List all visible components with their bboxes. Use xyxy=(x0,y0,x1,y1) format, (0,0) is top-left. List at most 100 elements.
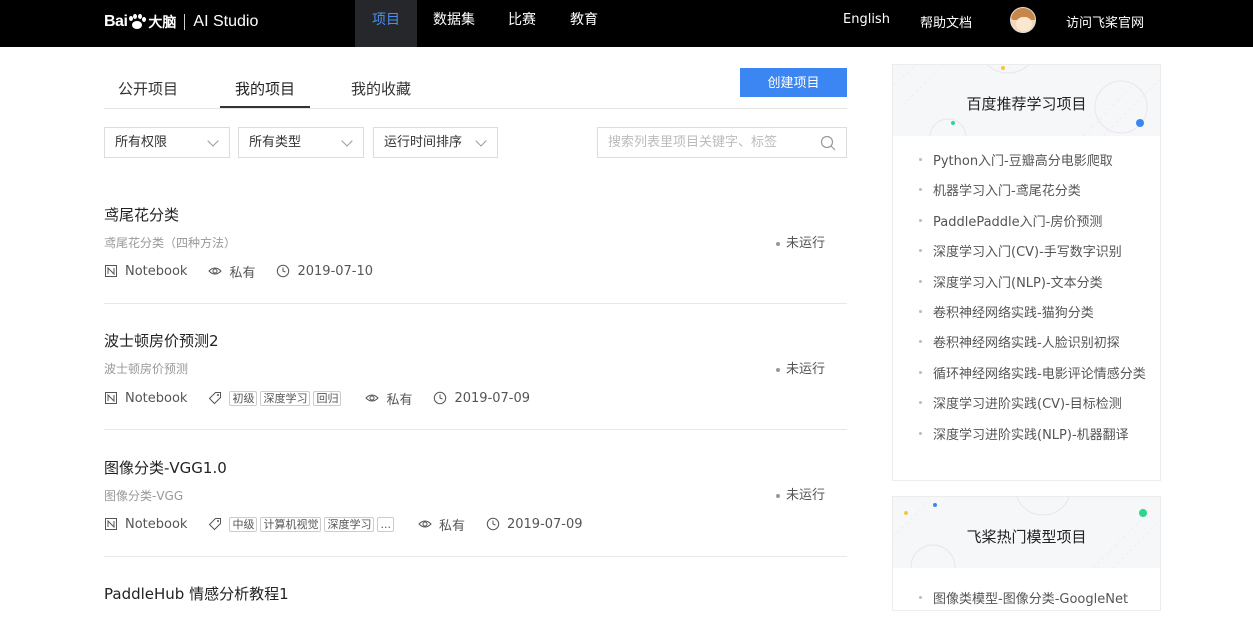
visit-paddle-link[interactable]: 访问飞桨官网 xyxy=(1066,12,1144,31)
project-visibility: 私有 xyxy=(208,262,255,281)
visibility-label: 私有 xyxy=(386,392,413,408)
project-meta: Notebook 中级 计算机视觉 深度学习 ... 私有 2019-07-09 xyxy=(104,515,583,534)
nav-tab-datasets[interactable]: 数据集 xyxy=(417,0,491,47)
card-header: 百度推荐学习项目 xyxy=(893,65,1160,136)
project-date: 2019-07-10 xyxy=(276,264,373,279)
sort-filter-value: 运行时间排序 xyxy=(384,135,463,150)
project-date: 2019-07-09 xyxy=(433,391,530,406)
project-type: Notebook xyxy=(104,517,187,532)
list-item[interactable]: 机器学习入门-鸢尾花分类 xyxy=(919,180,1160,210)
card-header: 飞桨热门模型项目 xyxy=(893,497,1160,568)
status-text: 未运行 xyxy=(786,488,826,503)
project-tabs: 公开项目 我的项目 我的收藏 xyxy=(104,68,847,109)
project-item[interactable]: 鸢尾花分类 鸢尾花分类（四种方法） 未运行 Notebook 私有 2019-0… xyxy=(104,180,847,304)
more-tags-badge[interactable]: ... xyxy=(377,516,394,532)
status-dot xyxy=(776,493,780,498)
list-item[interactable]: 卷积神经网络实践-猫狗分类 xyxy=(919,302,1160,332)
status-dot xyxy=(776,241,780,246)
tag-icon xyxy=(209,392,222,405)
list-item[interactable]: 卷积神经网络实践-人脸识别初探 xyxy=(919,332,1160,362)
notebook-icon xyxy=(105,265,117,277)
list-item[interactable]: 深度学习入门(CV)-手写数字识别 xyxy=(919,241,1160,271)
list-item[interactable]: 深度学习入门(NLP)-文本分类 xyxy=(919,272,1160,302)
project-visibility: 私有 xyxy=(365,389,412,408)
project-meta: Notebook 私有 2019-07-10 xyxy=(104,262,373,281)
user-avatar[interactable] xyxy=(1010,7,1036,33)
nav-tab-education[interactable]: 教育 xyxy=(553,0,615,47)
project-description: 波士顿房价预测 xyxy=(104,362,189,376)
tag-badge[interactable]: 计算机视觉 xyxy=(260,516,322,532)
eye-icon xyxy=(208,267,223,275)
card-title: 百度推荐学习项目 xyxy=(966,95,1087,113)
main-nav-tabs: 项目 数据集 比赛 教育 xyxy=(355,0,615,47)
nav-tab-competitions[interactable]: 比赛 xyxy=(491,0,553,47)
create-project-button[interactable]: 创建项目 xyxy=(740,68,847,97)
status-text: 未运行 xyxy=(786,236,826,251)
popular-models-card: 飞桨热门模型项目 图像类模型-图像分类-GoogleNet xyxy=(892,496,1161,611)
list-item[interactable]: Python入门-豆瓣高分电影爬取 xyxy=(919,150,1160,180)
project-tags: 中级 计算机视觉 深度学习 ... xyxy=(208,516,397,532)
baidu-ai-studio-logo[interactable]: Bai 大脑 AI Studio xyxy=(104,8,258,36)
permission-filter[interactable]: 所有权限 xyxy=(104,127,230,158)
project-description: 鸢尾花分类（四种方法） xyxy=(104,236,237,250)
date-label: 2019-07-09 xyxy=(506,516,583,532)
paw-icon xyxy=(128,14,147,30)
project-type: Notebook xyxy=(104,391,187,406)
project-item[interactable]: 波士顿房价预测2 波士顿房价预测 未运行 Notebook 初级 深度学习 回归… xyxy=(104,304,847,430)
sort-filter[interactable]: 运行时间排序 xyxy=(373,127,498,158)
tab-my-favorites[interactable]: 我的收藏 xyxy=(351,78,411,99)
tag-badge[interactable]: 深度学习 xyxy=(260,390,311,406)
project-title[interactable]: 波士顿房价预测2 xyxy=(104,330,219,351)
list-item[interactable]: 深度学习进阶实践(NLP)-机器翻译 xyxy=(919,424,1160,454)
tag-badge[interactable]: 初级 xyxy=(229,390,258,406)
project-title[interactable]: PaddleHub 情感分析教程1 xyxy=(104,583,289,604)
date-label: 2019-07-10 xyxy=(297,263,374,279)
list-item[interactable]: 深度学习进阶实践(CV)-目标检测 xyxy=(919,393,1160,423)
tag-badge[interactable]: 深度学习 xyxy=(324,516,375,532)
clock-icon xyxy=(434,391,447,405)
list-item[interactable]: 图像类模型-图像分类-GoogleNet xyxy=(919,588,1160,618)
project-item[interactable]: PaddleHub 情感分析教程1 xyxy=(104,557,847,606)
card-title: 飞桨热门模型项目 xyxy=(966,528,1087,546)
eye-icon xyxy=(365,394,380,402)
list-item[interactable]: 循环神经网络实践-电影评论情感分类 xyxy=(919,363,1160,393)
recommended-projects-list: Python入门-豆瓣高分电影爬取 机器学习入门-鸢尾花分类 PaddlePad… xyxy=(893,136,1160,454)
nav-tab-projects[interactable]: 项目 xyxy=(355,0,417,47)
project-item[interactable]: 图像分类-VGG1.0 图像分类-VGG 未运行 Notebook 中级 计算机… xyxy=(104,430,847,557)
tag-badge[interactable]: 回归 xyxy=(313,390,342,406)
date-label: 2019-07-09 xyxy=(454,390,531,406)
project-search-box xyxy=(597,127,847,158)
project-tags: 初级 深度学习 回归 xyxy=(208,390,344,406)
clock-icon xyxy=(486,517,500,531)
type-filter[interactable]: 所有类型 xyxy=(238,127,364,158)
visibility-label: 私有 xyxy=(438,518,465,534)
logo-daxiang-text: 大脑 xyxy=(148,15,177,31)
help-docs-link[interactable]: 帮助文档 xyxy=(920,12,972,31)
project-search-input[interactable] xyxy=(598,128,813,157)
project-type-label: Notebook xyxy=(125,516,188,532)
tab-public-projects[interactable]: 公开项目 xyxy=(118,78,178,99)
tab-my-projects[interactable]: 我的项目 xyxy=(235,78,295,99)
tag-badge[interactable]: 中级 xyxy=(229,516,258,532)
list-item[interactable]: PaddlePaddle入门-房价预测 xyxy=(919,211,1160,241)
eye-icon xyxy=(418,520,432,528)
project-title[interactable]: 图像分类-VGG1.0 xyxy=(104,457,227,478)
project-type: Notebook xyxy=(104,264,187,279)
avatar-face xyxy=(1016,17,1032,31)
type-filter-value: 所有类型 xyxy=(249,135,302,150)
chevron-down-icon xyxy=(207,135,219,147)
notebook-icon xyxy=(105,518,117,530)
notebook-icon xyxy=(105,392,117,404)
english-link[interactable]: English xyxy=(843,12,890,27)
project-title[interactable]: 鸢尾花分类 xyxy=(104,204,179,225)
project-visibility: 私有 xyxy=(418,515,465,534)
active-tab-underline xyxy=(220,106,310,108)
logo-divider xyxy=(184,14,186,30)
status-text: 未运行 xyxy=(786,362,826,377)
project-status: 未运行 xyxy=(776,358,825,377)
search-icon[interactable] xyxy=(820,135,836,151)
permission-filter-value: 所有权限 xyxy=(115,135,168,150)
project-meta: Notebook 初级 深度学习 回归 私有 2019-07-09 xyxy=(104,389,530,408)
chevron-down-icon xyxy=(475,135,487,147)
tag-icon xyxy=(209,518,222,531)
